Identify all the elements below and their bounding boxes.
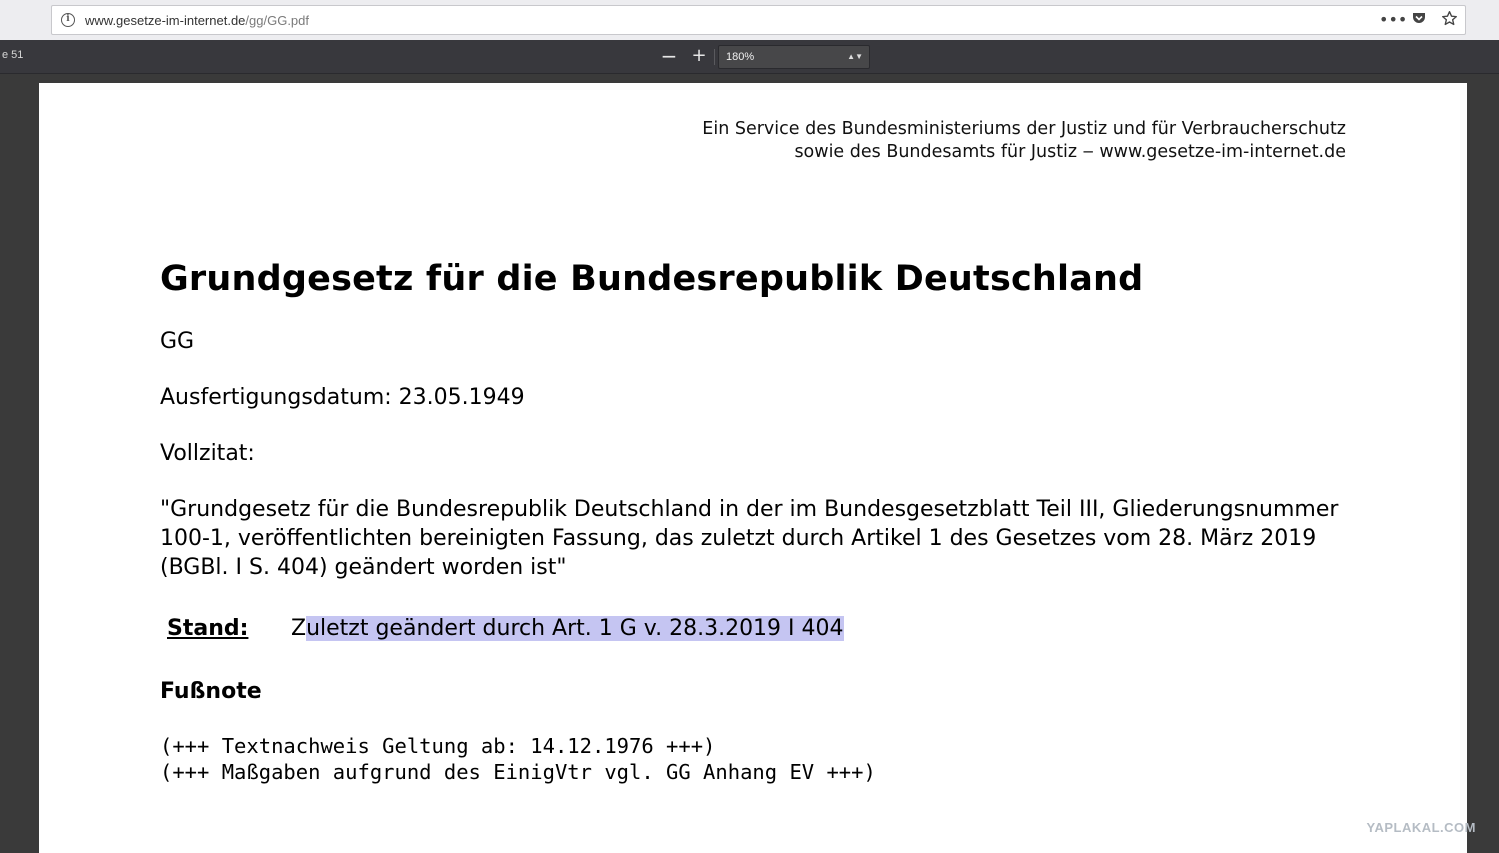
zoom-value: 180% (726, 51, 755, 63)
url-text[interactable]: www.gesetze-im-internet.de/gg/GG.pdf (85, 13, 309, 28)
vollzitat-text: "Grundgesetz für die Bundesrepublik Deut… (160, 497, 1339, 580)
document-title: Grundgesetz für die Bundesrepublik Deuts… (160, 259, 1144, 299)
pdf-page: Ein Service des Bundesministeriums der J… (39, 83, 1467, 853)
service-line-1: Ein Service des Bundesministeriums der J… (702, 119, 1346, 139)
vollzitat-label: Vollzitat: (160, 441, 255, 466)
footnote-lines: (+++ Textnachweis Geltung ab: 14.12.1976… (160, 733, 876, 785)
footnote-line-1: (+++ Textnachweis Geltung ab: 14.12.1976… (160, 734, 716, 758)
fussnote-heading: Fußnote (160, 679, 262, 704)
bookmark-star-icon[interactable] (1439, 10, 1459, 30)
zoom-select[interactable]: 180% ▲▼ (718, 45, 870, 69)
url-actions: ••• (1379, 9, 1459, 31)
select-arrows-icon: ▲▼ (847, 52, 863, 61)
stand-first-char: Z (291, 616, 307, 641)
browser-toolbar: i www.gesetze-im-internet.de/gg/GG.pdf •… (0, 0, 1499, 40)
zoom-out-button[interactable]: − (658, 46, 680, 68)
footnote-line-2: (+++ Maßgaben aufgrund des EinigVtr vgl.… (160, 760, 876, 784)
toolbar-separator (714, 49, 715, 65)
ausfertigungsdatum: Ausfertigungsdatum: 23.05.1949 (160, 385, 525, 410)
site-info-icon[interactable]: i (61, 13, 75, 27)
service-line-2: sowie des Bundesamts für Justiz ‒ www.ge… (794, 142, 1346, 162)
stand-value: Zuletzt geändert durch Art. 1 G v. 28.3.… (291, 616, 844, 641)
page-number-label: e 51 (2, 49, 24, 61)
pdf-toolbar: e 51 − + 180% ▲▼ (0, 40, 1499, 74)
watermark: YAPLAKAL.COM (1366, 820, 1476, 835)
pocket-icon[interactable] (1409, 10, 1429, 30)
service-header: Ein Service des Bundesministeriums der J… (702, 118, 1346, 164)
stand-label: Stand: (167, 616, 249, 641)
selected-text[interactable]: uletzt geändert durch Art. 1 G v. 28.3.2… (306, 616, 844, 641)
zoom-in-button[interactable]: + (688, 46, 710, 68)
url-bar[interactable]: i www.gesetze-im-internet.de/gg/GG.pdf •… (51, 5, 1466, 35)
url-host: www.gesetze-im-internet.de (85, 13, 246, 28)
more-icon[interactable]: ••• (1379, 10, 1407, 30)
url-path: /gg/GG.pdf (245, 13, 309, 28)
law-abbreviation: GG (160, 329, 195, 354)
